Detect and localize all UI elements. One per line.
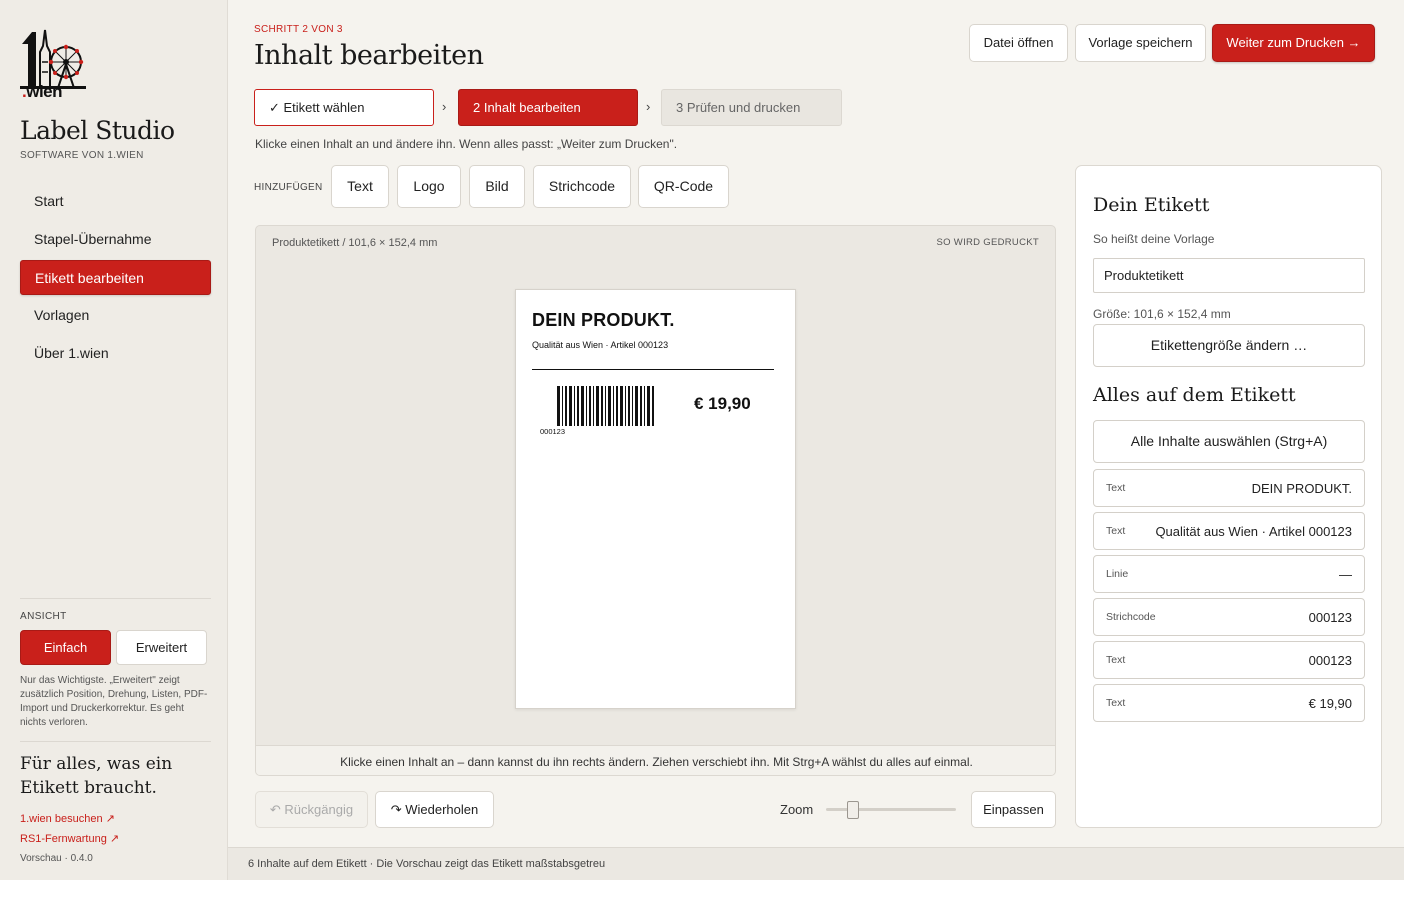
continue-to-print-button[interactable]: Weiter zum Drucken → — [1212, 24, 1375, 62]
step-review-print[interactable]: 3 Prüfen und drucken — [661, 89, 842, 126]
label-title-text[interactable]: DEIN PRODUKT. — [532, 310, 675, 331]
add-qrcode-button[interactable]: QR-Code — [638, 165, 729, 208]
panel-heading: Dein Etikett — [1093, 194, 1210, 216]
zoom-slider-thumb[interactable] — [847, 801, 860, 819]
add-label: HINZUFÜGEN — [254, 182, 323, 193]
list-item[interactable]: Linie — — [1093, 555, 1365, 593]
label-canvas[interactable]: Produktetikett / 101,6 × 152,4 mm SO WIR… — [255, 225, 1056, 776]
redo-button[interactable]: ↷ Wiederholen — [375, 791, 494, 828]
change-size-button[interactable]: Etikettengröße ändern … — [1093, 324, 1365, 367]
add-logo-button[interactable]: Logo — [397, 165, 461, 208]
label-price-text[interactable]: € 19,90 — [694, 394, 751, 414]
label-divider-line[interactable] — [532, 369, 774, 370]
list-item-value: 000123 — [1308, 653, 1352, 668]
status-text: 6 Inhalte auf dem Etikett · Die Vorschau… — [248, 858, 606, 870]
view-mode-simple-button[interactable]: Einfach — [20, 630, 111, 665]
content-list: Text DEIN PRODUKT. Text Qualität aus Wie… — [1093, 469, 1365, 727]
view-mode-help: Nur das Wichtigste. „Erweitert" zeigt zu… — [20, 675, 208, 728]
contents-heading: Alles auf dem Etikett — [1093, 384, 1296, 406]
list-item-value: € 19,90 — [1308, 696, 1352, 711]
undo-button[interactable]: ↶ Rückgängig — [255, 791, 368, 828]
sidebar-divider — [20, 741, 211, 742]
sidebar-item-vorlagen[interactable]: Vorlagen — [20, 298, 211, 333]
list-item[interactable]: Text € 19,90 — [1093, 684, 1365, 722]
list-item-type: Text — [1106, 482, 1126, 494]
app-title: Label Studio — [20, 116, 175, 145]
status-bar: 6 Inhalte auf dem Etikett · Die Vorschau… — [228, 847, 1404, 880]
save-template-button[interactable]: Vorlage speichern — [1075, 24, 1206, 62]
add-image-button[interactable]: Bild — [469, 165, 525, 208]
slogan: Für alles, was ein Etikett braucht. — [20, 754, 173, 798]
list-item-value: — — [1339, 567, 1352, 582]
sidebar-item-ueber[interactable]: Über 1.wien — [20, 336, 211, 371]
view-mode-label: ANSICHT — [20, 611, 67, 622]
instruction-text: Klicke einen Inhalt an und ändere ihn. W… — [255, 137, 678, 151]
app-window: .wien Label Studio SOFTWARE VON 1.WIEN S… — [0, 0, 1404, 880]
step-kicker: SCHRITT 2 VON 3 — [254, 24, 343, 35]
select-all-button[interactable]: Alle Inhalte auswählen (Strg+A) — [1093, 420, 1365, 463]
sidebar-item-start[interactable]: Start — [20, 184, 211, 219]
list-item-type: Text — [1106, 697, 1126, 709]
label-barcode-number[interactable]: 000123 — [540, 427, 565, 436]
sidebar: .wien Label Studio SOFTWARE VON 1.WIEN S… — [0, 0, 228, 880]
page-title: Inhalt bearbeiten — [254, 40, 484, 71]
canvas-hint: Klicke einen Inhalt an – dann kannst du … — [256, 745, 1055, 775]
fit-button[interactable]: Einpassen — [971, 791, 1056, 828]
list-item-type: Strichcode — [1106, 611, 1156, 623]
logo-wordmark: .wien — [22, 82, 63, 101]
step-edit-content[interactable]: 2 Inhalt bearbeiten — [458, 89, 638, 126]
list-item-value: DEIN PRODUKT. — [1251, 481, 1352, 496]
zoom-slider-track[interactable] — [826, 808, 956, 811]
label-size-text: Größe: 101,6 × 152,4 mm — [1093, 307, 1231, 321]
list-item[interactable]: Text Qualität aus Wien · Artikel 000123 — [1093, 512, 1365, 550]
list-item-type: Linie — [1106, 568, 1129, 580]
template-name-label: So heißt deine Vorlage — [1093, 232, 1215, 246]
step-separator-icon: › — [646, 99, 651, 114]
sidebar-nav: Start Stapel-Übernahme Etikett bearbeite… — [20, 184, 211, 374]
list-item[interactable]: Text 000123 — [1093, 641, 1365, 679]
list-item-value: 000123 — [1308, 610, 1352, 625]
step-separator-icon: › — [442, 99, 447, 114]
list-item[interactable]: Text DEIN PRODUKT. — [1093, 469, 1365, 507]
canvas-print-note: SO WIRD GEDRUCKT — [936, 237, 1039, 248]
app-subtitle: SOFTWARE VON 1.WIEN — [20, 150, 144, 161]
template-name-input[interactable] — [1093, 258, 1365, 293]
add-text-button[interactable]: Text — [331, 165, 389, 208]
open-file-button[interactable]: Datei öffnen — [969, 24, 1068, 62]
add-barcode-button[interactable]: Strichcode — [533, 165, 631, 208]
version-text: Vorschau · 0.4.0 — [20, 853, 93, 864]
sidebar-item-stapel-uebernahme[interactable]: Stapel-Übernahme — [20, 222, 211, 257]
sidebar-item-etikett-bearbeiten[interactable]: Etikett bearbeiten — [20, 260, 211, 295]
zoom-label: Zoom — [780, 802, 814, 817]
list-item-value: Qualität aus Wien · Artikel 000123 — [1155, 524, 1352, 539]
label-barcode[interactable] — [557, 386, 655, 426]
list-item-type: Text — [1106, 654, 1126, 666]
list-item[interactable]: Strichcode 000123 — [1093, 598, 1365, 636]
label-paper[interactable]: DEIN PRODUKT. Qualität aus Wien · Artike… — [515, 289, 796, 709]
step-choose-label[interactable]: ✓ Etikett wählen — [254, 89, 434, 126]
canvas-breadcrumb: Produktetikett / 101,6 × 152,4 mm — [272, 237, 438, 249]
remote-support-link[interactable]: RS1-Fernwartung ↗ — [20, 832, 119, 845]
list-item-type: Text — [1106, 525, 1126, 537]
label-subtitle-text[interactable]: Qualität aus Wien · Artikel 000123 — [532, 340, 668, 350]
visit-website-link[interactable]: 1.wien besuchen ↗ — [20, 812, 115, 825]
view-mode-advanced-button[interactable]: Erweitert — [116, 630, 207, 665]
sidebar-divider — [20, 598, 211, 599]
properties-panel: Dein Etikett So heißt deine Vorlage Größ… — [1075, 165, 1382, 828]
